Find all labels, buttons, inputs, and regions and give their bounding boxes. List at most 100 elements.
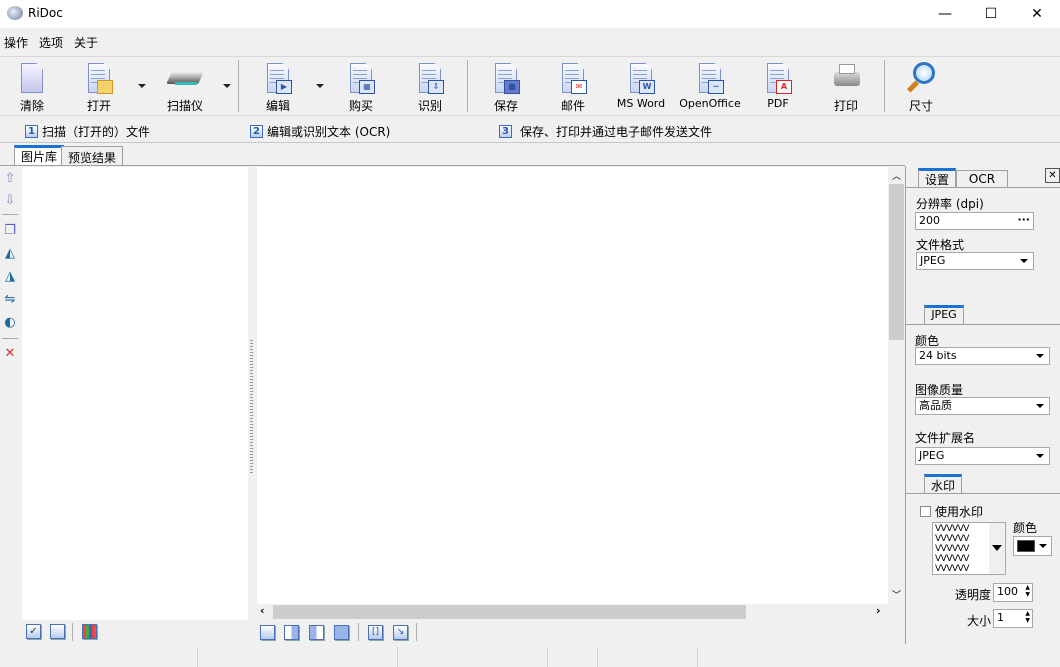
menu-about[interactable]: 关于 (74, 34, 98, 51)
extension-select[interactable]: JPEG (915, 447, 1050, 465)
resolution-input[interactable]: 200 ··· (915, 212, 1034, 230)
edit-button[interactable]: ▶ 编辑 (246, 62, 310, 114)
print-button[interactable]: 打印 (814, 62, 878, 114)
scroll-left-icon[interactable]: ‹ (260, 604, 265, 617)
menu-operations[interactable]: 操作 (4, 34, 28, 51)
tab-gallery[interactable]: 图片库 (14, 145, 65, 165)
title-bar: RiDoc — ☐ ✕ (0, 0, 1060, 28)
zoom-fit-icon[interactable]: [] (368, 625, 383, 640)
quality-label: 图像质量 (915, 383, 964, 397)
resolution-label: 分辨率 (dpi) (916, 197, 984, 211)
image-gallery[interactable] (22, 167, 248, 620)
image-canvas[interactable] (257, 167, 888, 604)
mail-button[interactable]: ✉ 邮件 (541, 62, 605, 114)
status-divider (597, 647, 598, 667)
buy-button[interactable]: ▦ 购买 (329, 62, 393, 114)
ocr-document-icon: ⇩ (416, 62, 444, 94)
pdf-button[interactable]: A PDF (746, 62, 810, 114)
scroll-up-icon[interactable]: ︿ (892, 169, 901, 182)
watermark-color-label: 颜色 (1013, 521, 1038, 535)
mail-document-icon: ✉ (559, 62, 587, 94)
move-down-icon[interactable]: ⇩ (2, 193, 18, 209)
tab-settings[interactable]: 设置 (918, 168, 957, 188)
left-tool-strip: ⇧ ⇩ ❐ ◭ ◮ ⇋ ◐ ✕ (0, 166, 20, 620)
scroll-thumb[interactable] (273, 605, 746, 619)
recognize-button[interactable]: ⇩ 识别 (398, 62, 462, 114)
deselect-icon[interactable] (50, 624, 65, 639)
brightness-icon[interactable]: ◐ (2, 315, 18, 331)
zoom-region-icon[interactable]: ↘ (393, 625, 408, 640)
status-bar (0, 645, 1060, 667)
quality-select[interactable]: 高品质 (915, 397, 1050, 415)
splitter-handle[interactable] (250, 340, 253, 475)
format-select[interactable]: JPEG (916, 252, 1034, 270)
vertical-scrollbar[interactable]: ︿ ﹀ (888, 167, 905, 604)
horizontal-scrollbar[interactable]: ‹ › (257, 604, 888, 620)
watermark-pattern-select[interactable]: VVVVVV VVVVVV VVVVVV VVVVVV VVVVVV (932, 522, 1006, 575)
fit-page-icon[interactable] (260, 625, 275, 640)
divider (2, 214, 18, 215)
msword-button[interactable]: W MS Word (609, 62, 673, 114)
browse-button[interactable]: ··· (1017, 213, 1030, 227)
open-folder-icon (85, 62, 113, 94)
color-swatch (1017, 540, 1035, 552)
opacity-stepper[interactable]: 100 ▲ ▼ (993, 583, 1033, 602)
edit-dropdown-arrow[interactable] (316, 84, 324, 88)
copy-pages-icon[interactable]: ❐ (2, 223, 18, 239)
status-divider (397, 647, 398, 667)
color-depth-select[interactable]: 24 bits (915, 347, 1050, 365)
openoffice-button[interactable]: ~ OpenOffice (678, 62, 742, 114)
clear-button[interactable]: 清除 (0, 62, 64, 114)
menu-options[interactable]: 选项 (39, 34, 63, 51)
divider (416, 623, 417, 641)
scanner-dropdown-arrow[interactable] (223, 84, 231, 88)
opacity-label: 透明度 (955, 588, 992, 602)
divider (2, 338, 18, 339)
use-watermark-checkbox[interactable] (920, 506, 931, 517)
tab-jpeg[interactable]: JPEG (924, 305, 964, 325)
step-3: 3 保存、打印并通过电子邮件发送文件 (499, 123, 712, 140)
open-button[interactable]: 打开 (67, 62, 131, 114)
toolbar-separator (467, 60, 468, 112)
format-label: 文件格式 (916, 238, 965, 252)
size-label: 大小 (967, 614, 992, 628)
spin-arrows-icon[interactable]: ▲ ▼ (1025, 610, 1030, 624)
tab-ocr[interactable]: OCR (956, 170, 1008, 188)
save-button[interactable]: ■ 保存 (474, 62, 538, 114)
minimize-button[interactable]: — (922, 0, 968, 28)
size-button[interactable]: 尺寸 (889, 62, 953, 114)
thumbnail-view-icon[interactable] (82, 624, 97, 639)
rotate-right-icon[interactable]: ◮ (2, 269, 18, 285)
rotate-left-icon[interactable]: ◭ (2, 246, 18, 262)
flip-icon[interactable]: ⇋ (2, 292, 18, 308)
printer-icon (832, 62, 860, 94)
scroll-right-icon[interactable]: › (876, 604, 881, 617)
tab-watermark[interactable]: 水印 (924, 474, 963, 494)
window-title: RiDoc (28, 6, 63, 20)
maximize-button[interactable]: ☐ (968, 0, 1014, 28)
divider (906, 324, 1060, 325)
open-dropdown-arrow[interactable] (138, 84, 146, 88)
select-all-icon[interactable]: ✓ (26, 624, 41, 639)
watermark-color-picker[interactable] (1013, 536, 1052, 556)
fit-height-icon[interactable] (309, 625, 324, 640)
scroll-thumb[interactable] (889, 184, 904, 340)
fit-width-icon[interactable] (284, 625, 299, 640)
scanner-button[interactable]: 扫描仪 (153, 62, 217, 114)
use-watermark-label: 使用水印 (935, 505, 984, 519)
actual-size-icon[interactable] (334, 625, 349, 640)
status-divider (697, 647, 698, 667)
panel-close-button[interactable]: ✕ (1045, 168, 1060, 183)
status-divider (197, 647, 198, 667)
move-up-icon[interactable]: ⇧ (2, 171, 18, 187)
blank-document-icon (18, 62, 46, 94)
spin-arrows-icon[interactable]: ▲ ▼ (1025, 584, 1030, 598)
toolbar-separator (884, 60, 885, 112)
delete-icon[interactable]: ✕ (2, 346, 18, 362)
divider (72, 623, 73, 641)
magnifier-icon (906, 62, 935, 94)
scroll-down-icon[interactable]: ﹀ (892, 588, 901, 601)
tab-preview[interactable]: 预览结果 (61, 146, 124, 166)
size-stepper[interactable]: 1 ▲ ▼ (993, 609, 1033, 628)
close-button[interactable]: ✕ (1014, 0, 1060, 28)
